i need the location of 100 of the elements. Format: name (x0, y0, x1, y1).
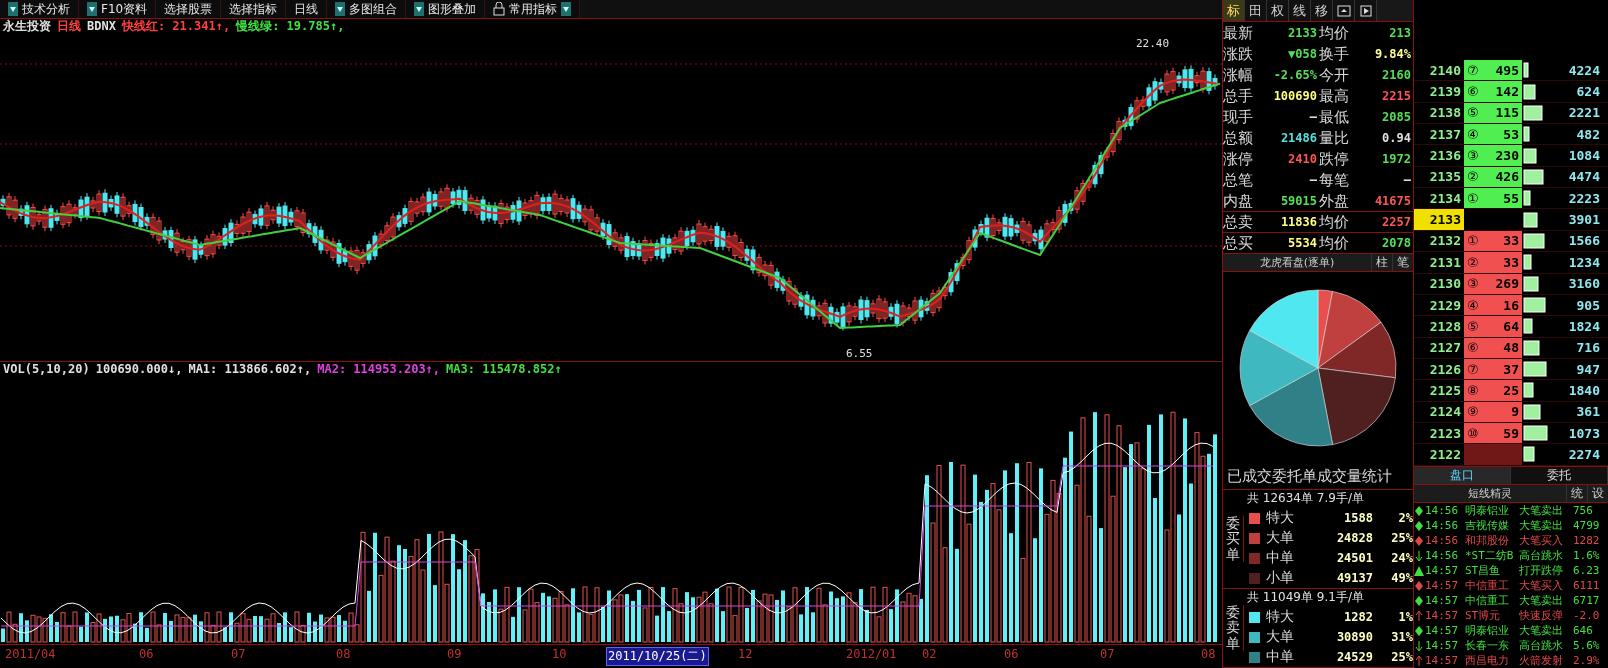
toolbar-button[interactable]: 常用指标 (485, 0, 581, 18)
alert-event: 高台跳水 (1519, 548, 1564, 564)
diamond-icon (1414, 579, 1424, 592)
toolbar-button[interactable]: 选择股票 (156, 0, 222, 18)
stock-name[interactable]: 明泰铝业 (1465, 503, 1519, 519)
book-total: 1824 (1567, 318, 1601, 334)
legend-percent: 31% (1390, 630, 1413, 644)
mini-bar-icon (1523, 254, 1532, 271)
up-arrow-icon (1414, 609, 1424, 622)
quote-label: 换手 (1319, 44, 1350, 64)
book-total: 1840 (1567, 382, 1601, 398)
quote-value: 9.84% (1373, 47, 1412, 61)
quote-value: – (1402, 173, 1412, 187)
quote-value: 2215 (1381, 89, 1412, 103)
book-volume: 16 (1503, 297, 1519, 313)
mini-bar-icon (1523, 126, 1530, 143)
toolbar-button[interactable]: F10资料 (79, 0, 157, 18)
legend-label: 中单 (1266, 549, 1295, 567)
indicator-text: 快线红: 21.341↑, (121, 17, 231, 35)
alert-event: 大笔买入 (1519, 533, 1564, 549)
diamond-icon (1414, 519, 1424, 532)
toolbar-button[interactable]: 选择指标 (221, 0, 287, 18)
alert-time: 14:57 (1425, 579, 1460, 593)
quote-label: 最高 (1319, 86, 1350, 106)
panel-tab[interactable]: 标 (1223, 0, 1245, 21)
toolbar-button[interactable]: 日线 (286, 0, 328, 18)
book-price: 2138 (1428, 104, 1462, 123)
side-label: 委卖单 (1223, 604, 1244, 652)
legend-percent: 24% (1390, 551, 1413, 565)
alert-event: 快速反弹 (1519, 608, 1564, 624)
book-total: 947 (1575, 361, 1601, 377)
alert-time: 14:56 (1425, 549, 1460, 563)
toolbar-button[interactable]: 多图组合 (327, 0, 407, 18)
group-summary: 共 11049单 9.1手/单 (1246, 589, 1365, 606)
rank-number: ① (1467, 190, 1479, 206)
legend-percent: 1% (1397, 610, 1413, 624)
up-arrow-icon (1414, 654, 1424, 667)
book-volume: 142 (1495, 84, 1519, 100)
quote-label: 总卖 (1223, 212, 1254, 232)
book-volume: 115 (1495, 105, 1519, 121)
book-tab[interactable]: 盘口 (1414, 466, 1511, 485)
book-price: 2132 (1428, 232, 1462, 251)
axis-label: 09 (446, 647, 463, 661)
book-volume: 33 (1503, 254, 1519, 270)
panel-title: 龙虎看盘(逐单) (1258, 255, 1336, 270)
legend-percent: 49% (1390, 571, 1413, 585)
stock-name[interactable]: 吉视传媒 (1465, 518, 1519, 534)
quote-label: 最低 (1319, 107, 1350, 127)
stock-name[interactable]: 中信重工 (1465, 578, 1519, 594)
down-arrow-icon (1414, 639, 1424, 652)
window-icon (1336, 4, 1351, 17)
alert-value: 1.6% (1573, 549, 1601, 563)
mini-bar-icon (1523, 190, 1531, 207)
quote-label: 跌停 (1319, 149, 1350, 169)
legend-label: 大单 (1266, 529, 1295, 547)
quote-value: 2085 (1381, 110, 1412, 124)
book-price: 2129 (1428, 296, 1462, 315)
book-volume: 53 (1503, 126, 1519, 142)
axis-label: 06 (1003, 647, 1020, 661)
quote-label: 总额 (1223, 128, 1254, 148)
window-button[interactable] (1333, 0, 1355, 21)
book-price: 2130 (1428, 275, 1462, 294)
stock-name[interactable]: 长春一东 (1465, 638, 1519, 654)
toolbar-button[interactable]: 技术分析 (0, 0, 79, 18)
book-volume: 269 (1495, 276, 1519, 292)
stock-name[interactable]: 明泰铝业 (1465, 623, 1519, 639)
alert-event: 大笔卖出 (1519, 503, 1564, 519)
panel-tab[interactable]: 权 (1267, 0, 1289, 21)
play-icon (1359, 4, 1372, 17)
lock-icon (493, 2, 506, 16)
toolbar-button[interactable]: 图形叠加 (406, 0, 486, 18)
quote-value: 11836 (1279, 215, 1318, 229)
rank-number: ⑦ (1467, 62, 1479, 78)
panel-tab[interactable]: 田 (1245, 0, 1267, 21)
stock-name[interactable]: 西昌电力 (1465, 653, 1519, 668)
stock-name[interactable]: ST昌鱼 (1465, 563, 1519, 579)
indicator-text: 100690.000↓, (95, 362, 183, 376)
book-total: 1234 (1567, 254, 1601, 270)
book-price: 2122 (1428, 445, 1462, 464)
book-total: 3901 (1567, 212, 1601, 228)
mini-bar-icon (1523, 233, 1545, 249)
panel-tab[interactable]: 移 (1311, 0, 1333, 21)
book-price: 2136 (1428, 147, 1462, 166)
alert-event: 大笔卖出 (1519, 623, 1564, 639)
stock-name[interactable]: 和邦股份 (1465, 533, 1519, 549)
alert-event: 大笔买入 (1519, 578, 1564, 594)
stock-name[interactable]: ST博元 (1465, 608, 1519, 624)
panel-tab[interactable]: 线 (1289, 0, 1311, 21)
indicator-text: MA2: 114953.203↑, (317, 362, 441, 376)
alert-value: 1282 (1573, 534, 1601, 548)
book-price: 2133 (1414, 209, 1464, 230)
stock-name[interactable]: 中信重工 (1465, 593, 1519, 609)
legend-value: 1588 (1343, 511, 1373, 525)
alert-value: 646 (1573, 624, 1594, 638)
book-tab[interactable]: 委托 (1511, 466, 1608, 485)
mini-bar-icon (1523, 104, 1543, 121)
book-total: 1084 (1567, 148, 1601, 164)
book-total: 4224 (1567, 62, 1601, 78)
play-button[interactable] (1355, 0, 1377, 21)
stock-name[interactable]: *ST二纺B (1465, 548, 1519, 564)
